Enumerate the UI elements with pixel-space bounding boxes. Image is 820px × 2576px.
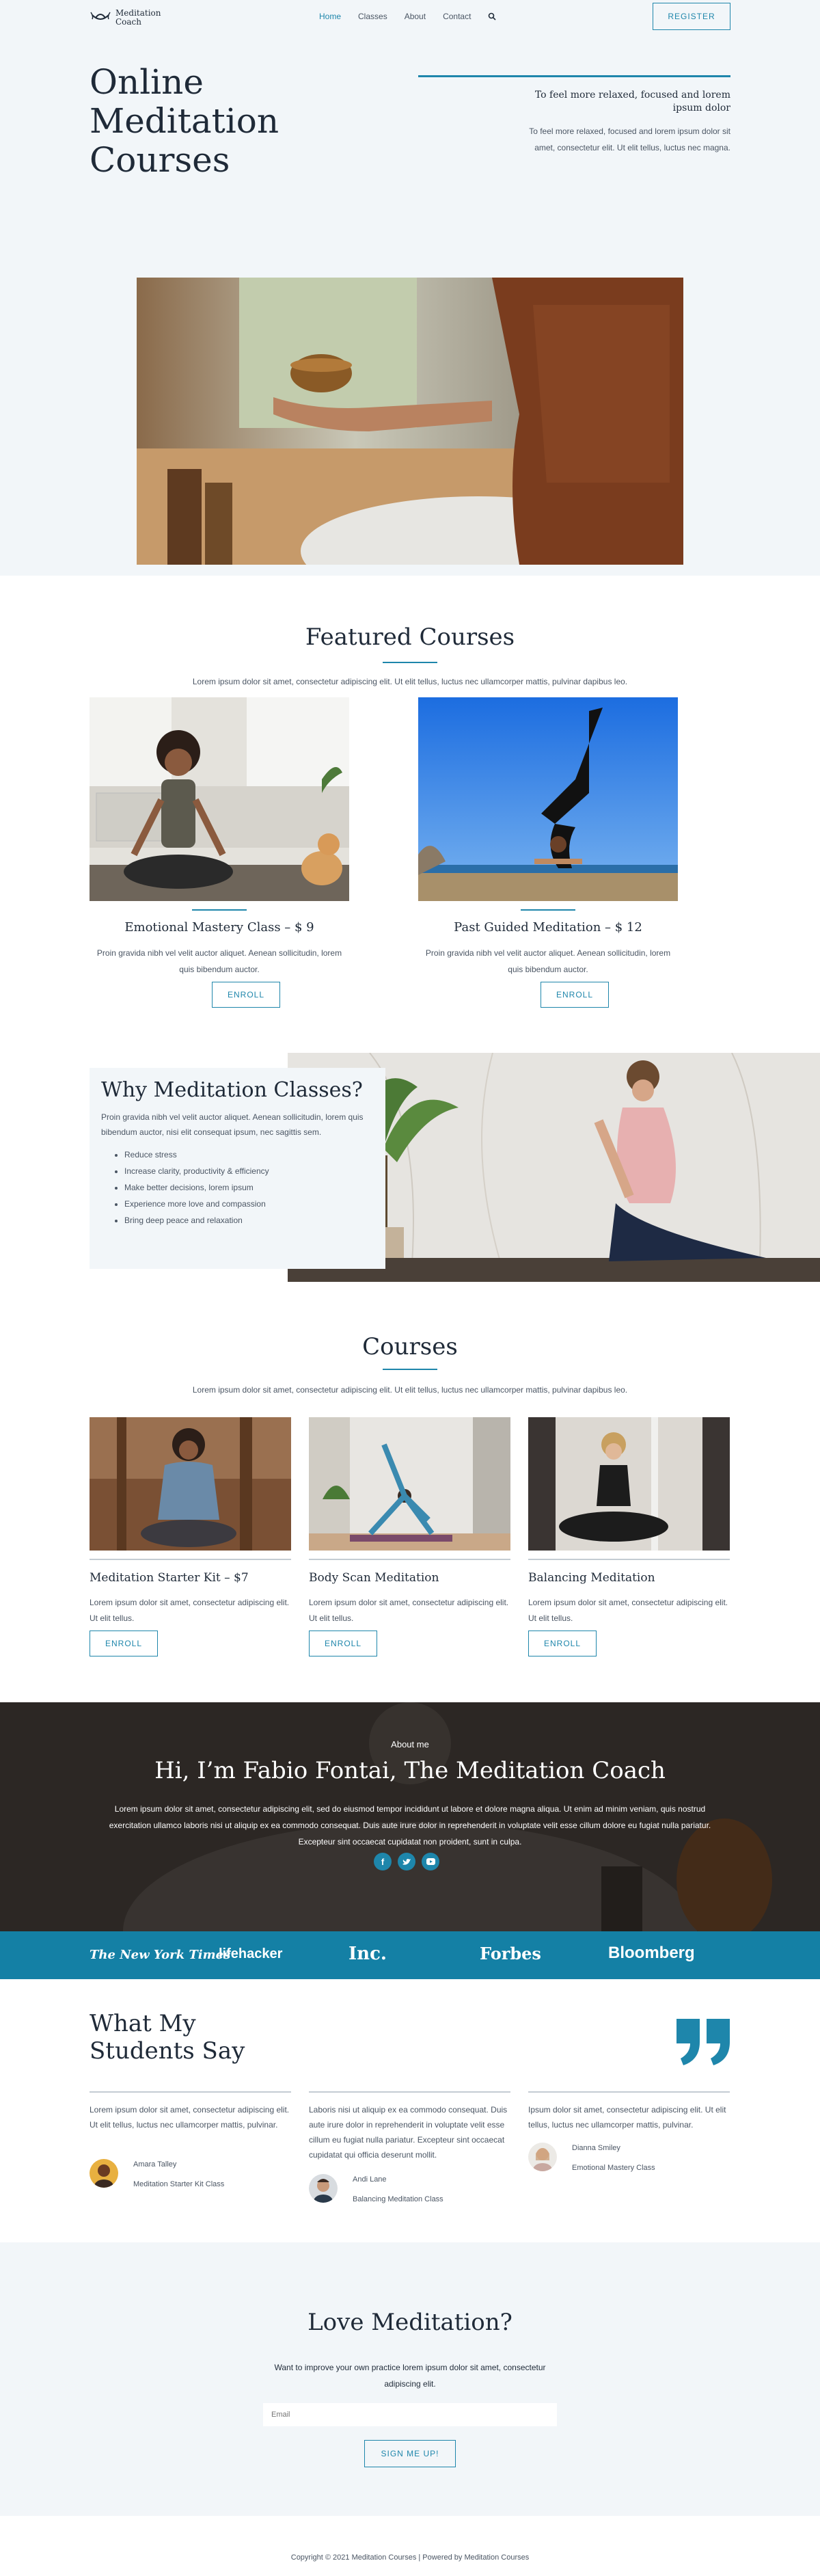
search-icon[interactable] [488, 12, 497, 21]
testimonial-2-course: Balancing Meditation Class [353, 2195, 443, 2203]
why-list-item: Make better decisions, lorem ipsum [124, 1179, 374, 1196]
hero-title: Online Meditation Courses [90, 62, 279, 180]
why-text: Proin gravida nibh vel velit auctor aliq… [101, 1112, 364, 1137]
featured-1-divider [192, 909, 247, 911]
facebook-icon[interactable]: f [374, 1853, 392, 1870]
featured-1-title: Emotional Mastery Class – $ 9 [124, 920, 314, 935]
courses-divider [383, 1369, 437, 1370]
featured-1-enroll-button[interactable]: ENROLL [212, 982, 280, 1008]
lotus-logo-icon [90, 8, 111, 27]
course-1-divider [90, 1559, 291, 1560]
featured-image-1 [90, 697, 349, 901]
hero-section: Online Meditation Courses To feel more r… [0, 37, 820, 576]
course-image-1 [90, 1417, 291, 1551]
course-1-enroll-button[interactable]: ENROLL [90, 1631, 158, 1656]
courses-title: Courses [362, 1333, 458, 1360]
hero-divider [418, 75, 730, 77]
twitter-icon[interactable] [398, 1853, 415, 1870]
course-2-desc: Lorem ipsum dolor sit amet, consectetur … [309, 1598, 509, 1623]
why-box: Why Meditation Classes? Proin gravida ni… [90, 1068, 385, 1269]
course-1-title: Meditation Starter Kit – $7 [90, 1571, 249, 1585]
testimonial-3-divider [528, 2091, 730, 2093]
nav-classes[interactable]: Classes [358, 12, 387, 21]
testimonials-title: What My Students Say [90, 2010, 245, 2065]
featured-text: Lorem ipsum dolor sit amet, consectetur … [192, 677, 628, 686]
why-list: Reduce stress Increase clarity, producti… [124, 1146, 374, 1229]
youtube-icon[interactable] [422, 1853, 439, 1870]
avatar [528, 2143, 557, 2171]
featured-image-2 [418, 697, 678, 901]
forbes-logo: Forbes [480, 1944, 541, 1963]
why-list-item: Bring deep peace and relaxation [124, 1212, 374, 1229]
email-field[interactable] [263, 2403, 557, 2426]
about-text: Lorem ipsum dolor sit amet, consectetur … [109, 1804, 711, 1847]
social-links: f [374, 1853, 439, 1870]
course-2-divider [309, 1559, 510, 1560]
quote-icon [676, 2019, 731, 2067]
testimonial-3-text: Ipsum dolor sit amet, consectetur adipis… [528, 2105, 726, 2130]
why-list-item: Increase clarity, productivity & efficie… [124, 1163, 374, 1179]
hero-subtitle: To feel more relaxed, focused and lorem … [534, 90, 730, 113]
footer-copyright: Copyright © 2021 Meditation Courses | Po… [290, 2553, 530, 2562]
hero-description: To feel more relaxed, focused and lorem … [529, 126, 730, 152]
course-2-enroll-button[interactable]: ENROLL [309, 1631, 377, 1656]
course-3-title: Balancing Meditation [528, 1571, 655, 1585]
featured-divider [383, 662, 437, 663]
featured-2-title: Past Guided Meditation – $ 12 [454, 920, 642, 935]
page: Meditation Coach Home Classes About Cont… [0, 0, 820, 2576]
why-title: Why Meditation Classes? [101, 1078, 363, 1102]
featured-2-desc: Proin gravida nibh vel velit auctor aliq… [425, 948, 671, 974]
logo-text: Meditation Coach [115, 9, 161, 27]
about-overline: About me [391, 1739, 429, 1749]
nav-contact[interactable]: Contact [443, 12, 471, 21]
lifehacker-logo: lifehacker [219, 1946, 283, 1961]
main-nav: Home Classes About Contact [319, 12, 497, 21]
inc-logo: Inc. [348, 1944, 387, 1964]
testimonial-2-divider [309, 2091, 510, 2093]
featured-title: Featured Courses [305, 623, 515, 651]
course-image-2 [309, 1417, 510, 1551]
course-2-title: Body Scan Meditation [309, 1571, 439, 1585]
nyt-logo: The New York Times [90, 1948, 231, 1962]
course-1-desc: Lorem ipsum dolor sit amet, consectetur … [90, 1598, 290, 1623]
about-section: About me Hi, I’m Fabio Fontai, The Medit… [0, 1702, 820, 1931]
press-logos-bar: The New York Times lifehacker Inc. Forbe… [0, 1931, 820, 1979]
testimonial-2-text: Laboris nisi ut aliquip ex ea commodo co… [309, 2105, 508, 2160]
avatar [90, 2159, 118, 2188]
why-list-item: Experience more love and compassion [124, 1196, 374, 1212]
testimonial-3-name: Dianna Smiley [572, 2144, 620, 2152]
course-3-desc: Lorem ipsum dolor sit amet, consectetur … [528, 1598, 728, 1623]
featured-2-enroll-button[interactable]: ENROLL [541, 982, 609, 1008]
newsletter-title: Love Meditation? [308, 2309, 512, 2336]
about-title: Hi, I’m Fabio Fontai, The Meditation Coa… [154, 1757, 666, 1784]
featured-2-divider [521, 909, 575, 911]
courses-text: Lorem ipsum dolor sit amet, consectetur … [192, 1385, 628, 1395]
sign-up-button[interactable]: SIGN ME UP! [364, 2440, 456, 2467]
testimonial-1-divider [90, 2091, 291, 2093]
hero-image [137, 278, 683, 565]
bloomberg-logo: Bloomberg [608, 1944, 695, 1962]
logo-line2: Coach [115, 17, 142, 27]
newsletter-section: Love Meditation? Want to improve your ow… [0, 2242, 820, 2516]
featured-1-desc: Proin gravida nibh vel velit auctor aliq… [96, 948, 342, 974]
testimonial-1-text: Lorem ipsum dolor sit amet, consectetur … [90, 2105, 290, 2130]
site-header: Meditation Coach Home Classes About Cont… [0, 0, 820, 37]
nav-about[interactable]: About [405, 12, 426, 21]
why-list-item: Reduce stress [124, 1146, 374, 1163]
nav-home[interactable]: Home [319, 12, 341, 21]
testimonial-3-course: Emotional Mastery Class [572, 2164, 655, 2172]
register-button[interactable]: REGISTER [653, 3, 730, 30]
logo[interactable]: Meditation Coach [90, 8, 161, 27]
avatar [309, 2174, 338, 2203]
testimonial-1-name: Amara Talley [133, 2160, 177, 2169]
testimonial-1-course: Meditation Starter Kit Class [133, 2180, 225, 2188]
newsletter-text: Want to improve your own practice lorem … [274, 2363, 546, 2389]
testimonial-2-name: Andi Lane [353, 2175, 387, 2184]
course-image-3 [528, 1417, 730, 1551]
course-3-enroll-button[interactable]: ENROLL [528, 1631, 597, 1656]
course-3-divider [528, 1559, 730, 1560]
